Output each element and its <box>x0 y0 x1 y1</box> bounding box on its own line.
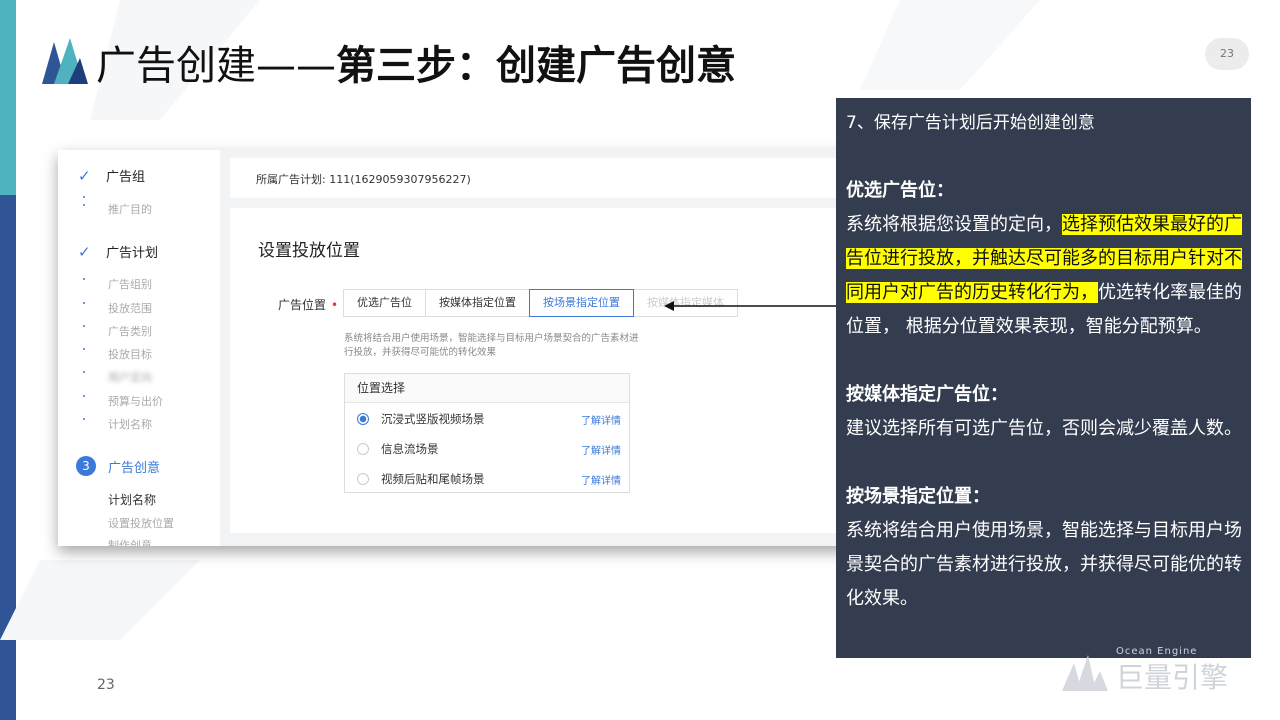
brand-english-name: Ocean Engine <box>1116 646 1198 657</box>
check-icon: ✓ <box>78 242 91 261</box>
option-feed-scene[interactable]: 信息流场景 了解详情 <box>357 441 621 457</box>
option-label: 信息流场景 <box>381 442 439 456</box>
section-title: 设置投放位置 <box>258 241 360 261</box>
logo-icon <box>42 38 88 84</box>
sidebar-subitem[interactable]: 用户定向 <box>108 369 152 385</box>
position-select-header: 位置选择 <box>345 374 629 403</box>
section-by-media-title: 按媒体指定广告位： <box>846 384 1008 405</box>
placement-form: 设置投放位置 广告位置 • 优选广告位 按媒体指定位置 按场景指定位置 按媒体指定… <box>230 208 850 533</box>
footer-page-number: 23 <box>97 677 115 693</box>
brand-name: 巨量引擎 <box>1116 661 1229 694</box>
section-by-scene-body: 系统将结合用户使用场景，智能选择与目标用户场景契合的广告素材进行投放，并获得尽可… <box>846 520 1242 609</box>
step-connector-dot <box>83 395 85 397</box>
sidebar-subitem[interactable]: 制作创意 <box>108 537 152 546</box>
left-accent-bar-bottom <box>0 195 16 720</box>
tab-by-scene-position[interactable]: 按场景指定位置 <box>529 289 634 317</box>
required-mark: • <box>331 298 339 312</box>
placement-tabs: 优选广告位 按媒体指定位置 按场景指定位置 按媒体指定媒体 <box>343 289 738 317</box>
learn-more-link[interactable]: 了解详情 <box>581 472 621 487</box>
learn-more-link[interactable]: 了解详情 <box>581 442 621 457</box>
section-preferred-title: 优选广告位： <box>846 180 954 201</box>
section-preferred-body: 系统将根据您设置的定向，选择预估效果最好的广告位进行投放，并触达尽可能多的目标用… <box>846 208 1251 344</box>
step-ad-plan[interactable]: ✓ 广告计划 <box>78 242 159 262</box>
brand-logo-icon <box>1062 655 1108 691</box>
slide-title-prefix: 广告创建—— <box>96 43 336 89</box>
position-select-box: 位置选择 沉浸式竖版视频场景 了解详情 信息流场景 了解详情 视频后贴和尾帧场景… <box>344 373 630 493</box>
option-label: 视频后贴和尾帧场景 <box>381 472 485 486</box>
tab-by-media-position[interactable]: 按媒体指定位置 <box>425 289 530 317</box>
placement-description: 系统将结合用户使用场景，智能选择与目标用户场景契合的广告素材进行投放，并获得尽可… <box>344 333 639 358</box>
option-label: 沉浸式竖版视频场景 <box>381 412 485 426</box>
sidebar-subitem[interactable]: 推广目的 <box>108 201 152 217</box>
step-connector-dot <box>83 196 85 198</box>
radio-selected-icon[interactable] <box>357 413 369 425</box>
sidebar-subitem[interactable]: 广告类别 <box>108 323 152 339</box>
sidebar-subitem[interactable]: 设置投放位置 <box>108 515 174 531</box>
parent-plan-label: 所属广告计划: 111(1629059307956227) <box>256 173 471 186</box>
check-icon: ✓ <box>78 166 91 185</box>
sidebar-subitem[interactable]: 广告组别 <box>108 276 152 292</box>
sidebar-subitem[interactable]: 投放范围 <box>108 300 152 316</box>
radio-icon[interactable] <box>357 443 369 455</box>
slide-title-main: 第三步：创建广告创意 <box>336 43 736 89</box>
page-number-badge: 23 <box>1205 38 1249 70</box>
embedded-screenshot: ✓ 广告组 推广目的 ✓ 广告计划 广告组别 投放范围 广告类别 投放目标 用户… <box>58 150 850 546</box>
step-label: 广告创意 <box>108 460 161 476</box>
step-connector-dot <box>83 371 85 373</box>
sidebar-subitem[interactable]: 投放目标 <box>108 346 152 362</box>
step-ad-creative[interactable]: 3 广告创意 <box>76 456 160 476</box>
step-label: 广告组 <box>106 170 146 185</box>
position-field-label: 广告位置 • <box>278 296 338 313</box>
sidebar-subitem[interactable]: 计划名称 <box>108 416 152 432</box>
preferred-body-start: 系统将根据您设置的定向， <box>846 214 1062 235</box>
brand-watermark: Ocean Engine 巨量引擎 <box>1062 646 1229 696</box>
step-connector-dot <box>83 302 85 304</box>
explanation-panel: 7、保存广告计划后开始创建创意 优选广告位： 系统将根据您设置的定向，选择预估效… <box>836 98 1251 658</box>
position-label-text: 广告位置 <box>278 298 327 312</box>
option-post-roll-scene[interactable]: 视频后贴和尾帧场景 了解详情 <box>357 471 621 487</box>
step-connector-dot <box>83 418 85 420</box>
learn-more-link[interactable]: 了解详情 <box>581 412 621 427</box>
step-number-badge: 3 <box>76 456 96 476</box>
section-by-scene-title: 按场景指定位置： <box>846 486 990 507</box>
slide-title: 广告创建——第三步：创建广告创意 <box>96 38 736 94</box>
brand-text: Ocean Engine 巨量引擎 <box>1116 646 1229 696</box>
step-connector-dot <box>83 325 85 327</box>
step-connector-dot <box>83 348 85 350</box>
option-immersive-vertical-video[interactable]: 沉浸式竖版视频场景 了解详情 <box>357 411 621 427</box>
tab-preferred-placement[interactable]: 优选广告位 <box>343 289 426 317</box>
tab-by-media-media[interactable]: 按媒体指定媒体 <box>633 289 738 317</box>
section-by-media-body: 建议选择所有可选广告位，否则会减少覆盖人数。 <box>846 418 1242 439</box>
sidebar-subitem-active[interactable]: 计划名称 <box>108 491 156 508</box>
steps-sidebar: ✓ 广告组 推广目的 ✓ 广告计划 广告组别 投放范围 广告类别 投放目标 用户… <box>58 150 220 546</box>
plan-info-bar: 所属广告计划: 111(1629059307956227) <box>230 158 850 198</box>
step-label: 广告计划 <box>106 246 159 261</box>
step-connector-dot <box>83 204 85 206</box>
step-connector-dot <box>83 278 85 280</box>
step-ad-group[interactable]: ✓ 广告组 <box>78 166 146 186</box>
sidebar-subitem[interactable]: 预算与出价 <box>108 393 163 409</box>
panel-intro: 7、保存广告计划后开始创建创意 <box>846 113 1095 133</box>
radio-icon[interactable] <box>357 473 369 485</box>
left-accent-bar-top <box>0 0 16 195</box>
